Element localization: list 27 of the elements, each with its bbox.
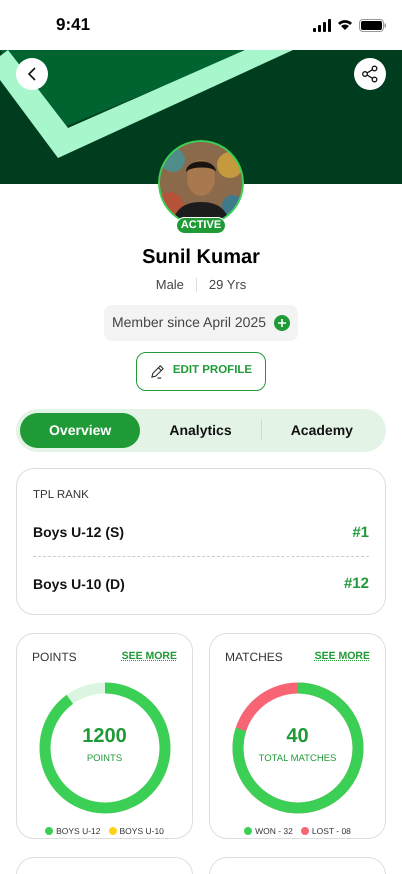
member-since-text: Member since April 2025	[112, 313, 266, 332]
stat-value: 1200	[82, 724, 127, 748]
legend-label: BOYS U-10	[120, 825, 164, 838]
profile-name: Sunil Kumar	[142, 245, 260, 270]
tab[interactable]: Analytics	[140, 412, 261, 448]
stat-title: POINTS	[32, 648, 77, 666]
rank-value: #12	[344, 574, 369, 594]
rank-category: Boys U-10 (D)	[33, 574, 125, 594]
stat-title: MATCHES	[225, 648, 283, 666]
stat-caption: TOTAL MATCHES	[258, 752, 336, 766]
legend-label: BOYS U-12	[56, 825, 100, 838]
status-time: 9:41	[56, 14, 90, 36]
stat-value: 40	[286, 724, 309, 748]
age-text: 29 Yrs	[208, 276, 246, 294]
rank-value: #1	[352, 522, 369, 542]
tab[interactable]: Academy	[262, 412, 382, 448]
rank-title: TPL RANK	[33, 488, 90, 502]
legend-label: WON - 32	[255, 825, 293, 838]
stat-caption: POINTS	[86, 752, 122, 766]
legend-label: LOST - 08	[312, 825, 351, 838]
status-badge: ACTIVE	[176, 217, 226, 234]
see-more-link[interactable]: SEE MORE	[314, 648, 370, 665]
see-more-link[interactable]: SEE MORE	[122, 648, 177, 665]
tab[interactable]: Overview	[20, 412, 140, 448]
edit-profile-button[interactable]: EDIT PROFILE	[136, 352, 266, 390]
rank-category: Boys U-12 (S)	[33, 523, 124, 542]
gender-text: Male	[156, 276, 184, 294]
